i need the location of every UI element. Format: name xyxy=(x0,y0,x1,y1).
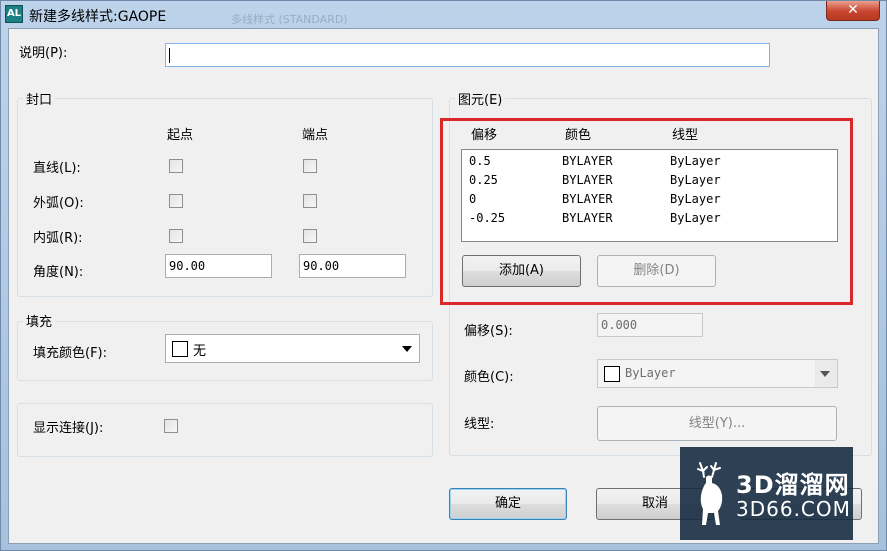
fill-color-label: 填充颜色(F): xyxy=(33,346,108,361)
title-bar[interactable]: AL 新建多线样式:GAOPE 多线样式 (STANDARD) ✕ xyxy=(1,1,887,29)
chevron-down-icon xyxy=(402,346,412,352)
elements-group-title: 图元(E) xyxy=(455,89,506,108)
angle-label: 角度(N): xyxy=(33,265,84,280)
caps-group-title: 封口 xyxy=(23,89,56,108)
offset-label: 偏移(S): xyxy=(464,324,513,339)
chevron-down-icon xyxy=(820,371,830,377)
angle-end-input[interactable]: 90.00 xyxy=(299,254,406,278)
background-window-title: 多线样式 (STANDARD) xyxy=(231,13,348,26)
line-cap-end-checkbox[interactable] xyxy=(303,159,317,173)
watermark-domain: 3D66.COM xyxy=(736,497,851,521)
offset-input[interactable]: 0.000 xyxy=(597,313,703,337)
fill-group-title: 填充 xyxy=(23,311,56,330)
caps-end-header: 端点 xyxy=(302,128,329,143)
linetype-button[interactable]: 线型(Y)... xyxy=(597,406,837,441)
inner-arc-start-checkbox[interactable] xyxy=(169,229,183,243)
color-swatch xyxy=(604,366,620,382)
outer-arc-start-checkbox[interactable] xyxy=(169,194,183,208)
deer-icon xyxy=(697,462,723,525)
watermark-logo: 3D溜溜网 3D66.COM xyxy=(680,447,853,540)
app-icon: AL xyxy=(5,5,23,23)
color-value: ByLayer xyxy=(625,366,676,380)
window-title: 新建多线样式:GAOPE xyxy=(29,9,167,25)
caps-start-header: 起点 xyxy=(167,128,194,143)
description-label: 说明(P): xyxy=(19,46,68,61)
text-caret xyxy=(169,48,170,63)
close-icon: ✕ xyxy=(847,2,859,18)
outer-arc-label: 外弧(O): xyxy=(33,196,84,211)
inner-arc-end-checkbox[interactable] xyxy=(303,229,317,243)
angle-start-input[interactable]: 90.00 xyxy=(165,254,272,278)
watermark-title: 3D溜溜网 xyxy=(736,471,850,499)
linetype-label: 线型: xyxy=(464,417,495,432)
line-cap-label: 直线(L): xyxy=(33,161,81,176)
outer-arc-end-checkbox[interactable] xyxy=(303,194,317,208)
close-button[interactable]: ✕ xyxy=(826,1,880,21)
fill-color-swatch xyxy=(172,341,188,357)
color-dropdown[interactable]: ByLayer xyxy=(597,359,838,388)
ok-button[interactable]: 确定 xyxy=(449,488,567,520)
highlight-box xyxy=(440,118,853,305)
color-label: 颜色(C): xyxy=(464,370,514,385)
show-joints-label: 显示连接(J): xyxy=(33,421,104,436)
show-joints-checkbox[interactable] xyxy=(164,419,178,433)
fill-color-value: 无 xyxy=(193,344,207,359)
description-input[interactable] xyxy=(165,43,770,67)
inner-arc-label: 内弧(R): xyxy=(33,231,83,246)
fill-color-dropdown[interactable]: 无 xyxy=(165,334,420,363)
line-cap-start-checkbox[interactable] xyxy=(169,159,183,173)
